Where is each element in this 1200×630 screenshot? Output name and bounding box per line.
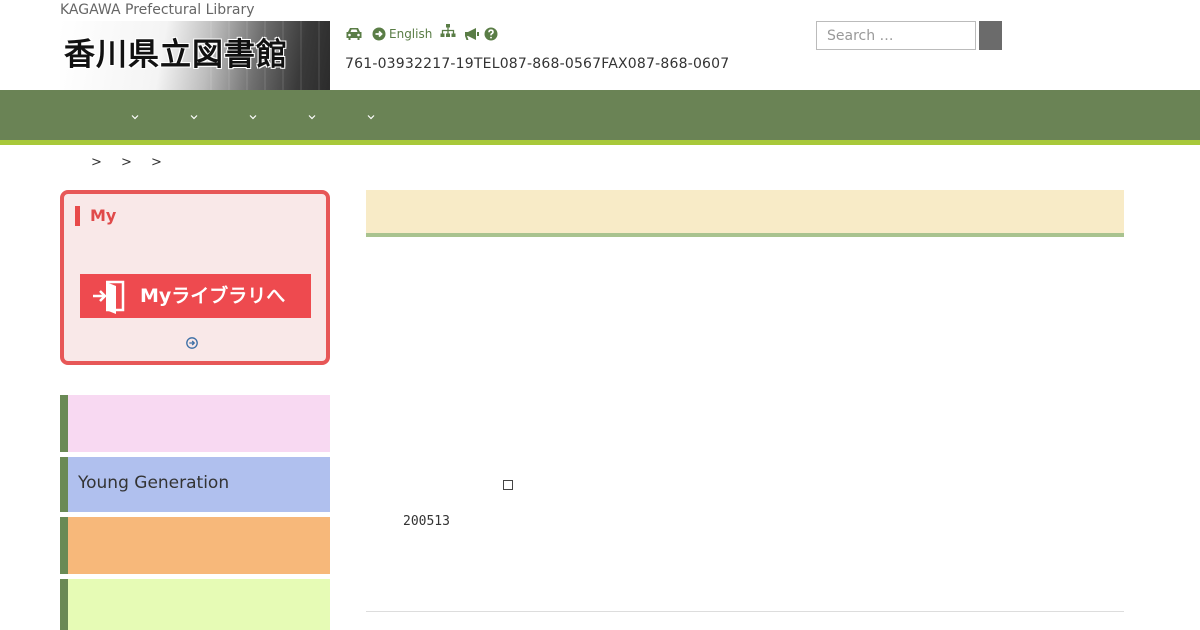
circle-arrow-right-icon[interactable] [186,334,198,349]
question-circle-icon[interactable] [484,27,498,41]
breadcrumb-separator: > [121,155,132,170]
circle-arrow-right-icon[interactable] [372,27,386,41]
mylibrary-box: My Myライブラリへ [60,190,330,365]
nav-item-5-chevron-down-icon[interactable] [365,108,377,120]
mylibrary-button[interactable]: Myライブラリへ [80,274,311,318]
logo-text: 香川県立図書館 [64,37,288,73]
code-number: 200513 [403,514,450,529]
search-button[interactable] [979,21,1002,50]
english-link[interactable]: English [389,27,432,41]
nav-item-1-chevron-down-icon[interactable] [129,108,141,120]
door-enter-icon [92,278,126,314]
site-logo[interactable]: 香川県立図書館 [60,21,330,91]
nav-accent-bar [0,140,1200,145]
site-subtitle: KAGAWA Prefectural Library [60,2,255,18]
breadcrumb-separator: > [91,155,102,170]
sitemap-icon[interactable] [440,24,456,38]
nav-item-3-chevron-down-icon[interactable] [247,108,259,120]
nav-item-4-chevron-down-icon[interactable] [306,108,318,120]
search-input[interactable] [816,21,976,50]
side-panel-4[interactable] [60,579,330,630]
main-section-header-underline [366,233,1124,237]
breadcrumb-separator: > [151,155,162,170]
car-icon[interactable] [345,27,363,41]
nav-item-2-chevron-down-icon[interactable] [188,108,200,120]
main-nav [0,90,1200,140]
main-section-header [366,190,1124,233]
side-panel-label: Young Generation [78,473,230,493]
mylibrary-title: My [75,206,116,226]
side-panel-3[interactable] [60,517,330,574]
missing-glyph-box [503,480,513,490]
bullhorn-icon[interactable] [464,27,480,41]
contact-info: 761-03932217-19TEL087-868-0567FAX087-868… [345,56,730,72]
side-panel-young-generation[interactable]: Young Generation [60,457,330,512]
header-tools: English [345,24,498,44]
main-divider [366,611,1124,612]
side-panel-1[interactable] [60,395,330,452]
mylibrary-button-label: Myライブラリへ [140,285,286,307]
